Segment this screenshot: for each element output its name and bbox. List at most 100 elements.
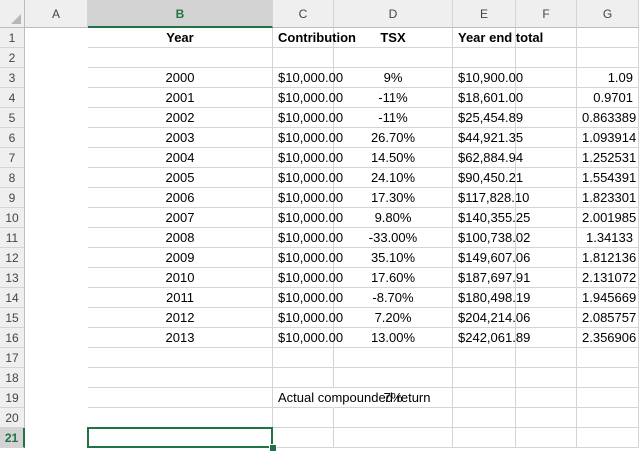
year-cell[interactable]: 2009 [88,248,273,268]
row-header-17[interactable]: 17 [0,348,25,368]
cell-e10[interactable] [516,208,577,228]
cell-e4[interactable] [516,88,577,108]
year-cell[interactable]: 2003 [88,128,273,148]
column-header-a[interactable]: A [25,0,88,28]
tsx-cell[interactable]: 9% [334,68,453,88]
tsx-cell[interactable]: 26.70% [334,128,453,148]
cell-b2[interactable] [273,48,334,68]
row-header-10[interactable]: 10 [0,208,25,228]
growth-factor-cell[interactable]: 0.863389 [577,108,639,128]
cell-e5[interactable] [516,108,577,128]
year-cell[interactable]: 2013 [88,328,273,348]
header-tsx[interactable]: TSX [334,28,453,48]
cell-a17[interactable] [88,348,273,368]
tsx-cell[interactable]: 35.10% [334,248,453,268]
row-header-21[interactable]: 21 [0,428,25,448]
contribution-cell[interactable]: $10,000.00 [273,88,343,108]
year-end-total-cell[interactable]: $18,601.00 [453,88,523,108]
contribution-cell[interactable]: $10,000.00 [273,168,343,188]
row-header-12[interactable]: 12 [0,248,25,268]
contribution-cell[interactable]: $10,000.00 [273,128,343,148]
contribution-cell[interactable]: $10,000.00 [273,288,343,308]
tsx-cell[interactable]: 17.60% [334,268,453,288]
growth-factor-cell[interactable]: 1.812136 [577,248,639,268]
year-end-total-cell[interactable]: $62,884.94 [453,148,523,168]
contribution-cell[interactable]: $10,000.00 [273,268,343,288]
column-header-e[interactable]: E [453,0,516,28]
year-end-total-cell[interactable]: $140,355.25 [453,208,530,228]
year-cell[interactable]: 2001 [88,88,273,108]
growth-factor-cell[interactable]: 2.001985 [577,208,639,228]
year-end-total-cell[interactable]: $25,454.89 [453,108,523,128]
tsx-cell[interactable]: -11% [334,88,453,108]
tsx-cell[interactable]: -11% [334,108,453,128]
cell-e2[interactable] [516,48,577,68]
column-header-b[interactable]: B [88,0,273,28]
tsx-cell[interactable]: 14.50% [334,148,453,168]
cell-e11[interactable] [516,228,577,248]
cell-e21[interactable] [516,428,577,448]
cell-d18[interactable] [453,368,516,388]
growth-factor-cell[interactable]: 1.554391 [577,168,639,188]
tsx-cell[interactable]: 7.20% [334,308,453,328]
growth-factor-cell[interactable]: 2.131072 [577,268,639,288]
year-end-total-cell[interactable]: $10,900.00 [453,68,523,88]
cell-e14[interactable] [516,288,577,308]
cell-e7[interactable] [516,148,577,168]
cell-f19[interactable] [577,388,639,408]
row-header-6[interactable]: 6 [0,128,25,148]
year-cell[interactable]: 2002 [88,108,273,128]
row-header-4[interactable]: 4 [0,88,25,108]
year-end-total-cell[interactable]: $100,738.02 [453,228,530,248]
year-cell[interactable]: 2012 [88,308,273,328]
fill-handle[interactable] [269,444,277,452]
growth-factor-cell[interactable]: 1.34133 [577,228,639,248]
cell-e20[interactable] [516,408,577,428]
year-end-total-cell[interactable]: $242,061.89 [453,328,530,348]
cell-a18[interactable] [88,368,273,388]
cell-a20[interactable] [88,408,273,428]
header-year-end-total[interactable]: Year end total [453,28,543,48]
growth-factor-cell[interactable]: 1.823301 [577,188,639,208]
year-end-total-cell[interactable]: $149,607.06 [453,248,530,268]
growth-factor-cell[interactable]: 1.09 [577,68,639,88]
growth-factor-cell[interactable]: 1.945669 [577,288,639,308]
cell-e18[interactable] [516,368,577,388]
cell-f20[interactable] [577,408,639,428]
cell-a19[interactable] [88,388,273,408]
row-header-19[interactable]: 19 [0,388,25,408]
contribution-cell[interactable]: $10,000.00 [273,228,343,248]
growth-factor-cell[interactable]: 1.093914 [577,128,639,148]
cell-d19[interactable] [453,388,516,408]
cell-f17[interactable] [577,348,639,368]
cell-b21[interactable] [273,428,334,448]
row-header-11[interactable]: 11 [0,228,25,248]
year-cell[interactable]: 2004 [88,148,273,168]
cell-e16[interactable] [516,328,577,348]
contribution-cell[interactable]: $10,000.00 [273,108,343,128]
cell-e3[interactable] [516,68,577,88]
year-cell[interactable]: 2000 [88,68,273,88]
cell-c21[interactable] [334,428,453,448]
cell-e13[interactable] [516,268,577,288]
cell-f1[interactable] [577,28,639,48]
contribution-cell[interactable]: $10,000.00 [273,148,343,168]
year-cell[interactable]: 2008 [88,228,273,248]
cell-d2[interactable] [453,48,516,68]
header-year[interactable]: Year [88,28,273,48]
cell-a2[interactable] [88,48,273,68]
cell-c18[interactable] [334,368,453,388]
growth-factor-cell[interactable]: 2.085757 [577,308,639,328]
tsx-cell[interactable]: 13.00% [334,328,453,348]
cell-e19[interactable] [516,388,577,408]
row-header-1[interactable]: 1 [0,28,25,48]
cell-f21[interactable] [577,428,639,448]
growth-factor-cell[interactable]: 2.356906 [577,328,639,348]
cell-e17[interactable] [516,348,577,368]
cell-e15[interactable] [516,308,577,328]
header-contribution[interactable]: Contribution [273,28,356,48]
year-cell[interactable]: 2005 [88,168,273,188]
cell-b20[interactable] [273,408,334,428]
year-cell[interactable]: 2010 [88,268,273,288]
row-header-13[interactable]: 13 [0,268,25,288]
